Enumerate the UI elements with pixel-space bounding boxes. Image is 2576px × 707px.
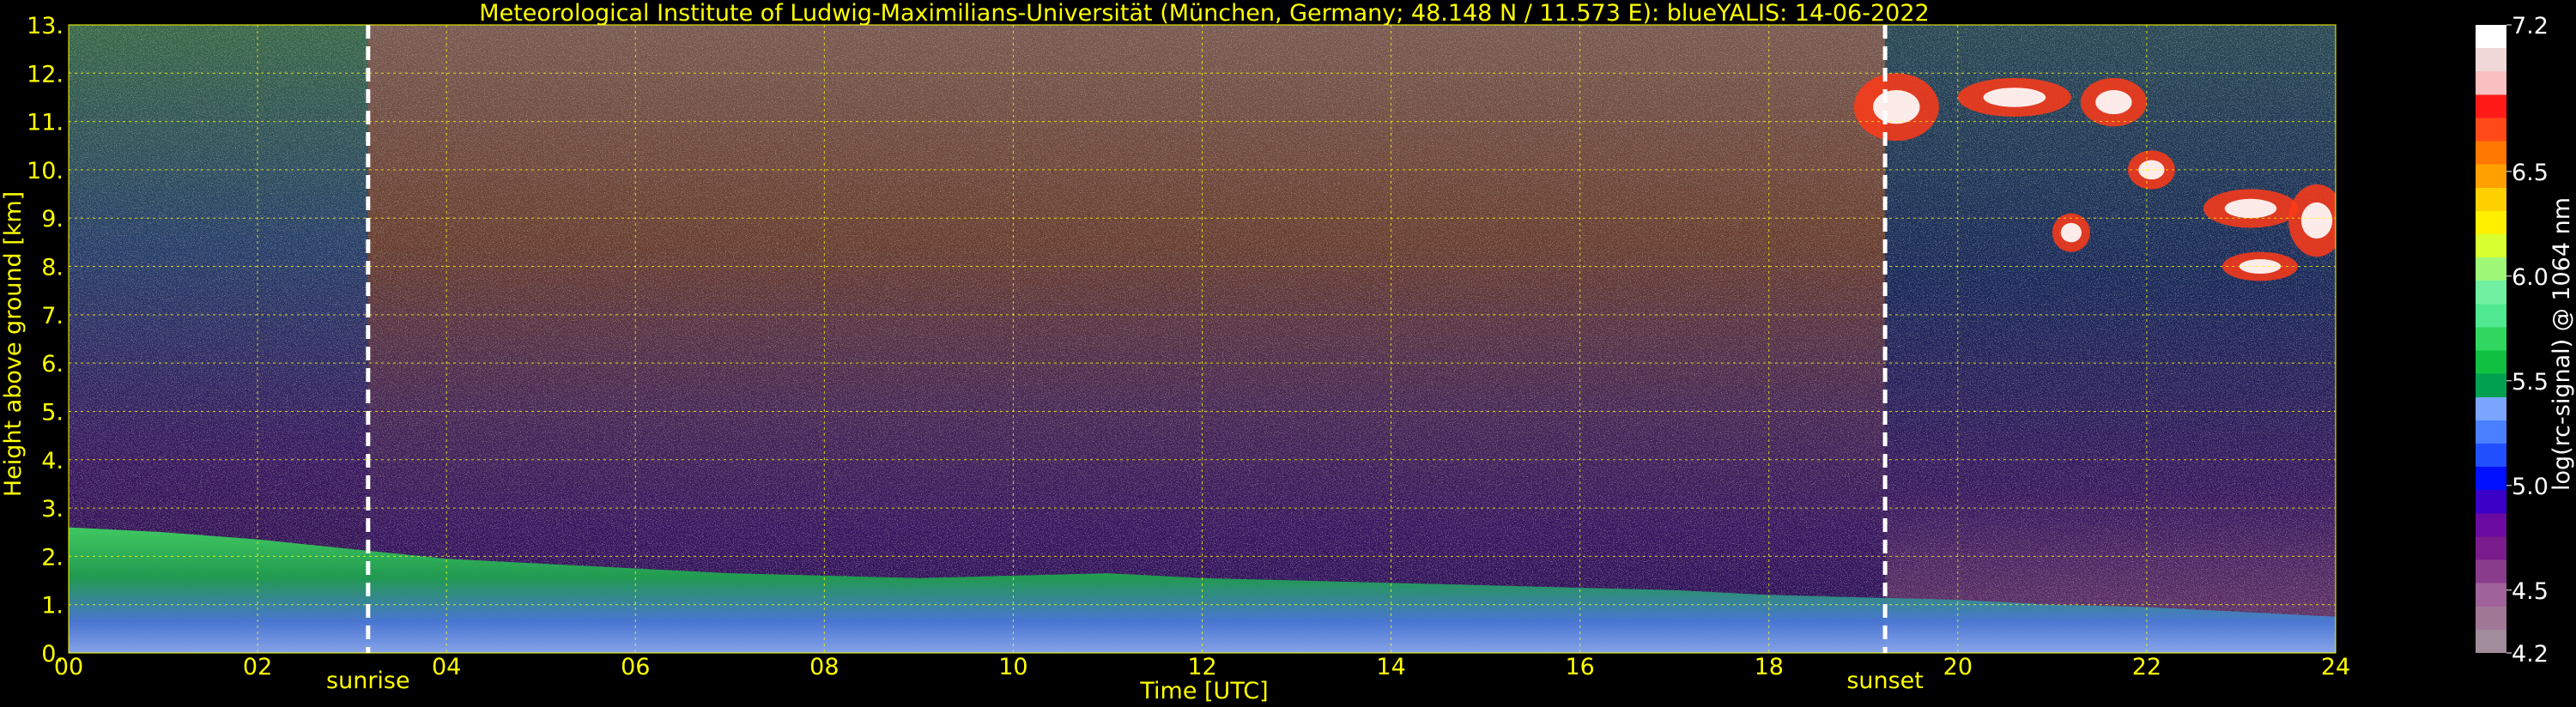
cloud-core-4 (2224, 198, 2277, 219)
y-tick-label: 0. (41, 641, 64, 668)
x-tick-label: 04 (432, 654, 461, 680)
plot-area (69, 25, 2336, 653)
colorbar-tick-label: 6.0 (2512, 264, 2549, 291)
y-tick-label: 3. (41, 496, 64, 523)
y-tick-label: 8. (41, 255, 64, 281)
chart-title: Meteorological Institute of Ludwig-Maxim… (479, 0, 1929, 27)
colorbar: 7.2 6.5 6.0 5.5 5.0 4.5 4.2 (2476, 13, 2549, 668)
y-tick-label: 4. (41, 448, 64, 474)
x-tick-label: 22 (2132, 654, 2161, 680)
colorbar-scale (2476, 25, 2506, 653)
sunset-label: sunset (1846, 668, 1924, 694)
colorbar-tick-label: 5.5 (2512, 369, 2549, 396)
colorbar-label: log(rc-signal) @ 1064 nm (2549, 197, 2575, 491)
colorbar-tick-label: 6.5 (2512, 160, 2549, 186)
y-tick-label: 1. (41, 593, 64, 619)
y-tick-label: 10. (27, 158, 64, 184)
colorbar-tick-label: 7.2 (2512, 13, 2549, 39)
cloud-core-5 (2300, 202, 2333, 239)
x-tick-label: 14 (1376, 654, 1405, 680)
x-tick-label: 08 (809, 654, 839, 680)
y-tick-label: 6. (41, 351, 64, 378)
cloud-core-2 (2095, 90, 2132, 115)
x-tick-label: 16 (1565, 654, 1594, 680)
cloud-core-7 (2060, 222, 2082, 243)
x-tick-label: 24 (2321, 654, 2350, 680)
cloud-core-1 (1983, 88, 2046, 107)
x-tick-label: 18 (1755, 654, 1784, 680)
y-axis: 0. 1. 2. 3. 4. 5. 6. 7. 8. 9. 10. 11. 12. 13. (27, 13, 64, 668)
lidar-chart: Meteorological Institute of Ludwig-Maxim… (0, 0, 2575, 704)
y-tick-label: 7. (41, 303, 64, 329)
y-tick-label: 2. (41, 544, 64, 571)
colorbar-tick-label: 5.0 (2512, 474, 2549, 500)
colorbar-tick-label: 4.2 (2512, 641, 2549, 668)
x-tick-label: 06 (621, 654, 650, 680)
y-tick-label: 5. (41, 399, 64, 426)
y-tick-label: 13. (27, 13, 64, 39)
x-tick-label: 12 (1187, 654, 1216, 680)
x-axis-label: Time [UTC] (1139, 678, 1268, 704)
y-tick-label: 12. (27, 61, 64, 88)
colorbar-tick-label: 4.5 (2512, 578, 2549, 605)
y-tick-label: 9. (41, 206, 64, 233)
x-tick-label: 02 (243, 654, 272, 680)
x-tick-label: 20 (1943, 654, 1973, 680)
y-tick-label: 11. (27, 110, 64, 136)
sunrise-label: sunrise (326, 668, 410, 694)
cloud-core-0 (1873, 90, 1920, 124)
y-axis-label: Height above ground [km] (0, 191, 27, 497)
x-tick-label: 10 (998, 654, 1027, 680)
